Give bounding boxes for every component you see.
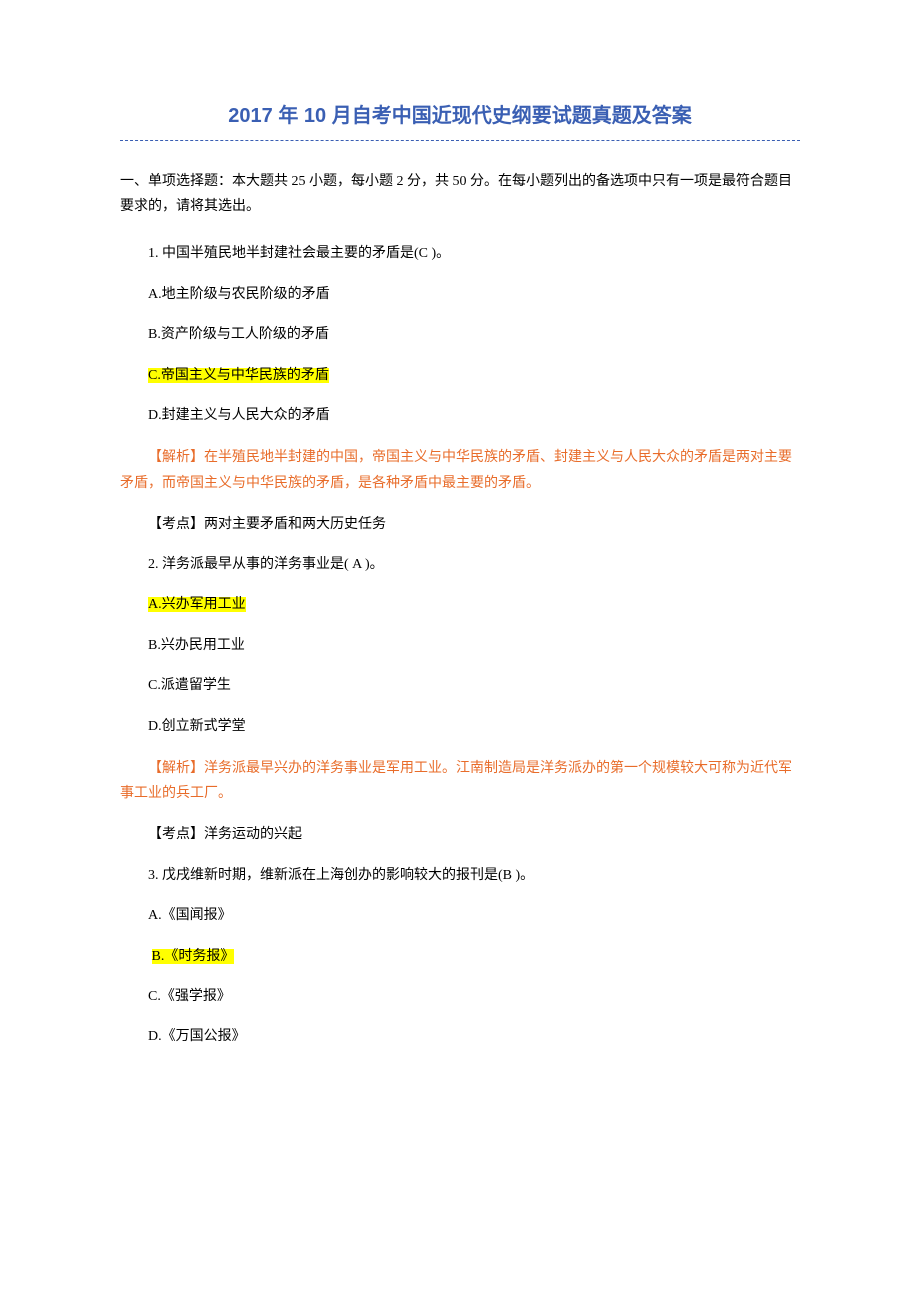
question-3-option-a: A.《国闻报》 — [120, 905, 800, 927]
question-1-keypoint: 【考点】两对主要矛盾和两大历史任务 — [120, 514, 800, 536]
title-underline — [120, 140, 800, 141]
question-1-number: 1. — [148, 246, 159, 261]
question-1-option-a: A.地主阶级与农民阶级的矛盾 — [120, 284, 800, 306]
question-1-option-c: C.帝国主义与中华民族的矛盾 — [120, 365, 800, 387]
question-1-option-c-highlight: C.帝国主义与中华民族的矛盾 — [148, 368, 329, 383]
question-3-body: 戊戌维新时期，维新派在上海创办的影响较大的报刊是(B )。 — [162, 868, 534, 883]
question-2-option-d: D.创立新式学堂 — [120, 716, 800, 738]
question-2-option-c: C.派遣留学生 — [120, 675, 800, 697]
instructions-text: 一、单项选择题：本大题共 25 小题，每小题 2 分，共 50 分。在每小题列出… — [120, 169, 800, 219]
question-2-option-a-highlight: A.兴办军用工业 — [148, 597, 246, 612]
question-2-analysis: 【解析】洋务派最早兴办的洋务事业是军用工业。江南制造局是洋务派办的第一个规模较大… — [120, 756, 800, 806]
question-1-option-b: B.资产阶级与工人阶级的矛盾 — [120, 324, 800, 346]
page-title: 2017 年 10 月自考中国近现代史纲要试题真题及答案 — [120, 100, 800, 132]
question-1-analysis: 【解析】在半殖民地半封建的中国，帝国主义与中华民族的矛盾、封建主义与人民大众的矛… — [120, 445, 800, 495]
question-1: 1. 中国半殖民地半封建社会最主要的矛盾是(C )。 — [120, 243, 800, 265]
question-2-option-b: B.兴办民用工业 — [120, 635, 800, 657]
question-1-body: 中国半殖民地半封建社会最主要的矛盾是(C )。 — [162, 246, 450, 261]
question-2: 2. 洋务派最早从事的洋务事业是( A )。 — [120, 554, 800, 576]
question-3-option-b-highlight: B.《时务报》 — [152, 949, 235, 964]
question-3-option-b: B.《时务报》 — [120, 946, 800, 968]
question-3-option-d: D.《万国公报》 — [120, 1026, 800, 1048]
question-2-body: 洋务派最早从事的洋务事业是( A )。 — [162, 557, 384, 572]
question-2-option-a: A.兴办军用工业 — [120, 594, 800, 616]
question-1-option-d: D.封建主义与人民大众的矛盾 — [120, 405, 800, 427]
question-2-number: 2. — [148, 557, 159, 572]
question-2-keypoint: 【考点】洋务运动的兴起 — [120, 824, 800, 846]
question-3: 3. 戊戌维新时期，维新派在上海创办的影响较大的报刊是(B )。 — [120, 865, 800, 887]
question-3-option-c: C.《强学报》 — [120, 986, 800, 1008]
question-3-number: 3. — [148, 868, 159, 883]
